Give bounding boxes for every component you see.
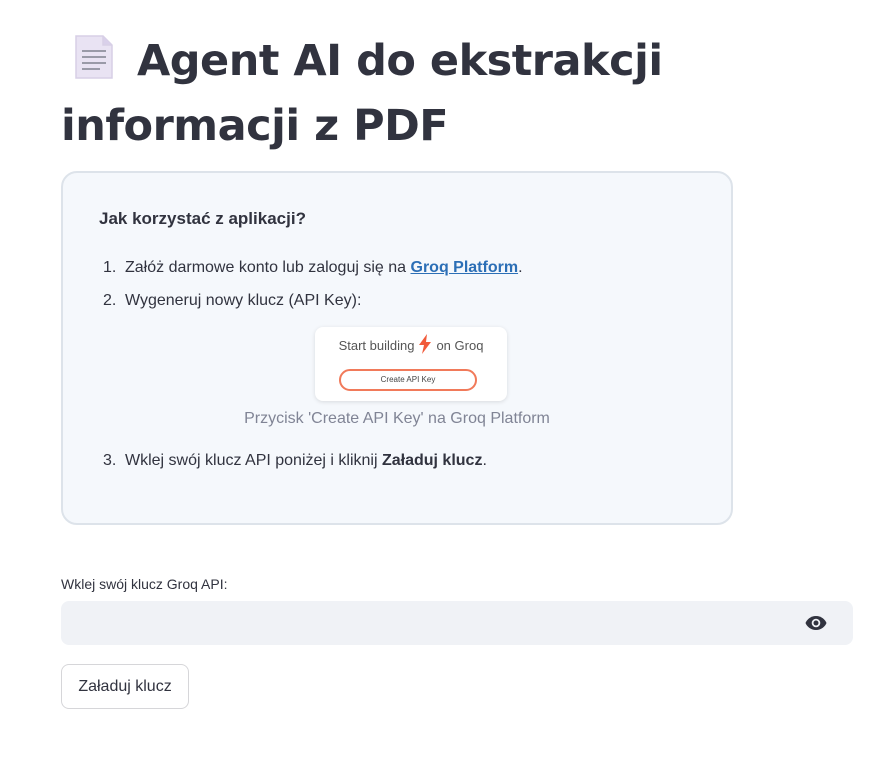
api-key-label: Wklej swój klucz Groq API:: [61, 576, 228, 592]
page-title: Agent AI do ekstrakcji informacji z PDF: [61, 0, 853, 156]
step-text: Wygeneruj nowy klucz (API Key):: [125, 292, 362, 309]
instruction-step-3: 3. Wklej swój klucz API poniżej i kliknij…: [103, 452, 487, 470]
load-key-button[interactable]: Załaduj klucz: [61, 664, 189, 709]
instructions-heading: Jak korzystać z aplikacji?: [99, 209, 306, 228]
instructions-card: Jak korzystać z aplikacji? 1. Załóż darmo…: [61, 171, 733, 525]
create-api-key-screenshot: Start building on Groq Create API Key: [315, 327, 507, 401]
groq-platform-link[interactable]: Groq Platform: [411, 259, 519, 276]
api-key-input-container: [61, 601, 853, 645]
step-text-end: .: [482, 452, 487, 469]
api-key-input[interactable]: [61, 601, 791, 645]
page-facing-up-icon: [73, 33, 115, 97]
step-number: 3.: [103, 452, 117, 469]
image-caption: Przycisk 'Create API Key' na Groq Platfo…: [244, 410, 550, 427]
instruction-step-1: 1. Załóż darmowe konto lub zaloguj się na…: [103, 259, 523, 277]
thumb-text-left: Start building: [338, 338, 415, 353]
step-bold-text: Załaduj klucz: [381, 452, 483, 469]
step-number: 2.: [103, 292, 117, 309]
lightning-bolt-icon: [418, 334, 432, 357]
step-number: 1.: [103, 259, 117, 276]
step-text-end: .: [518, 259, 523, 276]
thumb-text-right: on Groq: [436, 338, 484, 353]
instruction-step-2: 2. Wygeneruj nowy klucz (API Key):: [103, 292, 361, 310]
step-text: Wklej swój klucz API poniżej i kliknij: [125, 452, 382, 469]
main-container: Agent AI do ekstrakcji informacji z PDF …: [61, 0, 853, 709]
thumb-heading: Start building on Groq: [315, 334, 507, 357]
thumb-create-api-key-button: Create API Key: [339, 369, 477, 391]
eye-icon[interactable]: [805, 614, 827, 637]
page-title-text: Agent AI do ekstrakcji informacji z PDF: [61, 36, 663, 151]
step-text: Załóż darmowe konto lub zaloguj się na: [125, 259, 411, 276]
